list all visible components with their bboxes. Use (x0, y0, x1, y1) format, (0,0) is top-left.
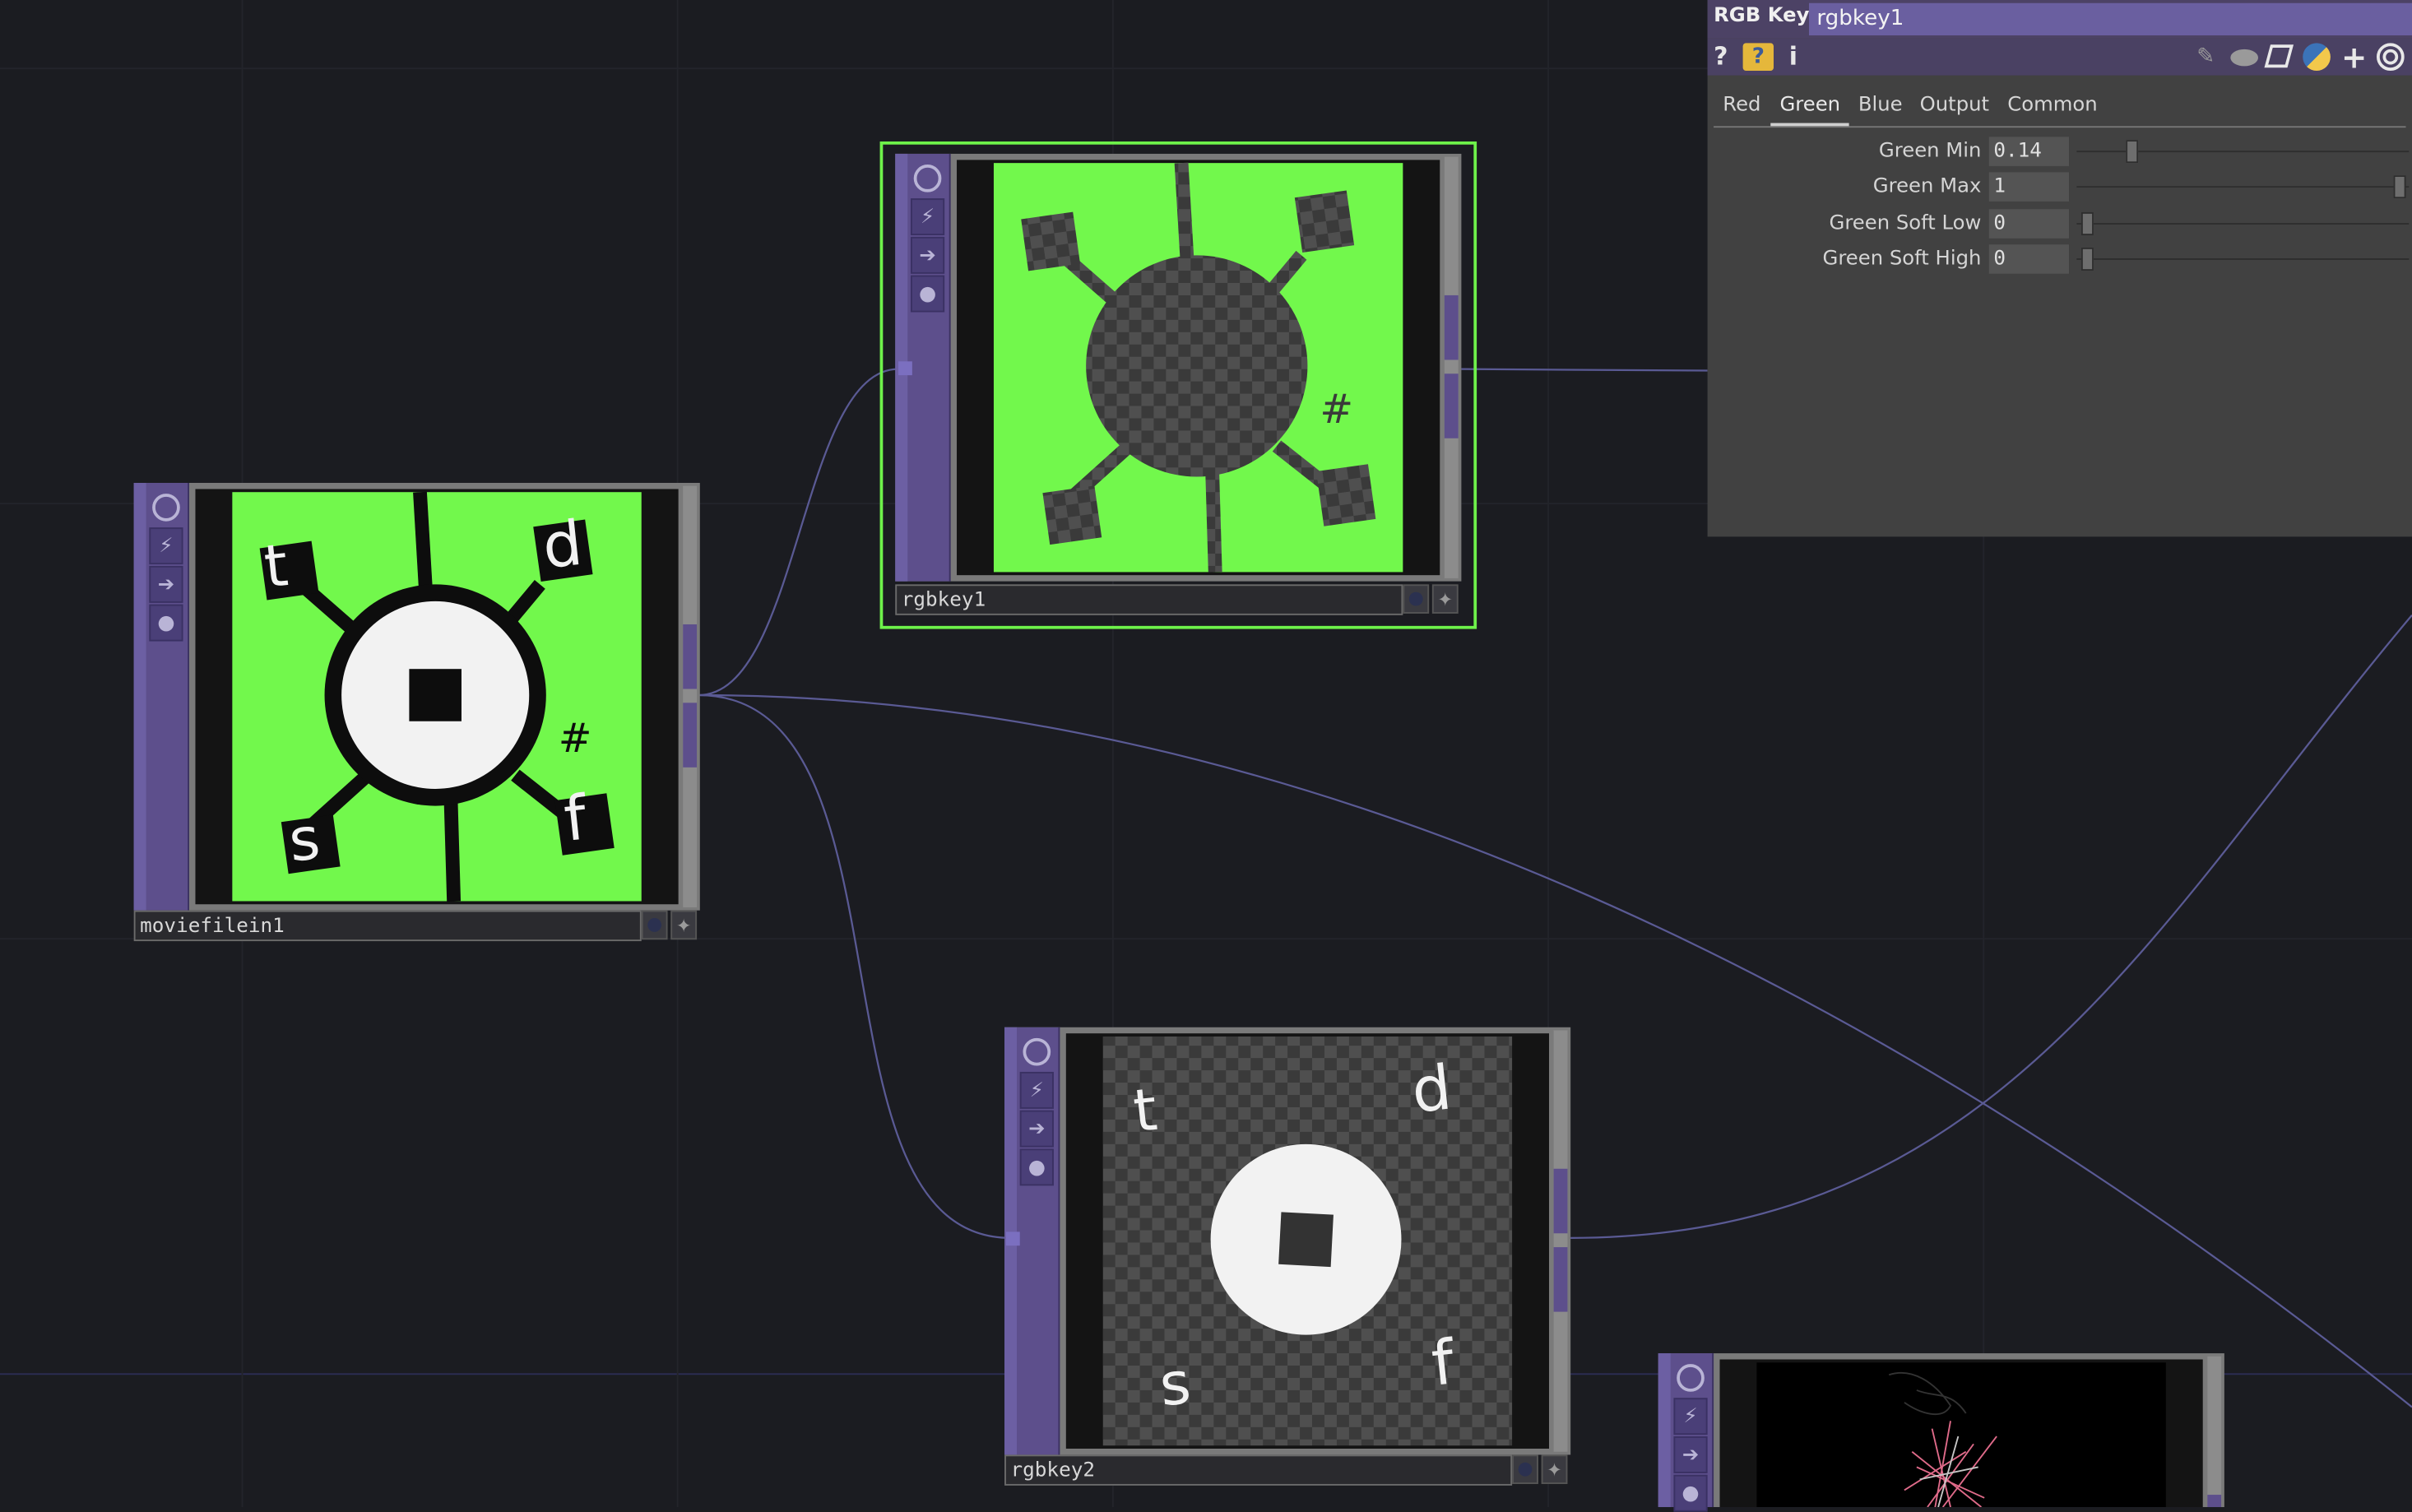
output-connector[interactable] (1553, 1168, 1568, 1234)
lightning-icon[interactable]: ⚡ (910, 198, 945, 236)
render-flag-button[interactable]: ✦ (1431, 584, 1459, 614)
viewer-toggle-icon[interactable] (1023, 1037, 1051, 1066)
node-name-label[interactable]: rgbkey2 (1004, 1454, 1513, 1486)
param-slider-track[interactable] (2076, 186, 2410, 188)
python-icon[interactable] (2303, 43, 2331, 71)
lightning-icon[interactable]: ⚡ (1673, 1398, 1708, 1435)
render-flag-button[interactable]: ✦ (1541, 1454, 1568, 1484)
tab-common[interactable]: Common (2007, 94, 2098, 117)
param-value-field[interactable]: 0.14 (1988, 137, 2070, 166)
node-output-strip (2207, 1356, 2222, 1508)
parameter-panel: RGB Key rgbkey1 ? ? i ✎ + Red Green Blue… (1707, 0, 2412, 537)
display-flag-button[interactable] (641, 910, 668, 940)
param-value-field[interactable]: 1 (1988, 172, 2070, 202)
param-row: Green Min 0.14 (1708, 137, 2412, 167)
output-connector[interactable] (683, 624, 698, 689)
node-viewer (1719, 1359, 2203, 1508)
info-icon[interactable]: i (1789, 41, 1797, 71)
node-side-panel: ⚡ ➔ ● (1658, 1353, 1714, 1512)
parameter-tabs: Red Green Blue Output Common (1714, 89, 2406, 128)
output-connector[interactable] (683, 703, 698, 768)
node-moviefilein1[interactable]: ⚡ ➔ ● t d s f # moviefilein1 ✦ (133, 482, 700, 942)
image-letter-d: d (1408, 1053, 1455, 1128)
param-row: Green Soft Low 0 (1708, 209, 2412, 239)
node-name-label[interactable]: rgbkey1 (895, 584, 1403, 615)
image-preview (957, 160, 1440, 576)
target-icon[interactable] (2376, 43, 2405, 71)
node-partial[interactable]: ⚡ ➔ ● (1658, 1353, 2224, 1512)
lightning-icon[interactable]: ⚡ (149, 527, 183, 565)
output-connector[interactable] (2207, 1495, 2222, 1508)
help-icon[interactable]: ? (1714, 41, 1728, 71)
viewer-toggle-icon[interactable] (913, 165, 942, 192)
node-side-panel: ⚡ ➔ ● (133, 482, 189, 911)
arrow-right-icon[interactable]: ➔ (149, 565, 183, 603)
viewer-toggle-icon[interactable] (152, 494, 180, 522)
network-editor[interactable]: ⚡ ➔ ● t d s f # moviefilein1 ✦ ⚡ ➔ ● # r… (0, 0, 2412, 1512)
param-slider-handle[interactable] (2393, 175, 2406, 199)
param-row: Green Max 1 (1708, 172, 2412, 202)
param-slider-handle[interactable] (2080, 247, 2094, 271)
node-name-label[interactable]: moviefilein1 (133, 910, 642, 942)
panel-icon-row: ? ? i ✎ + (1707, 38, 2412, 76)
node-rgbkey1[interactable]: ⚡ ➔ ● # rgbkey1 ✦ (895, 153, 1462, 615)
edit-icon[interactable]: ✎ (2196, 46, 2218, 67)
param-slider-track[interactable] (2076, 223, 2410, 225)
node-viewer: t d s f (1065, 1033, 1549, 1449)
wire-moviefilein1-rgbkey2 (698, 693, 1011, 1239)
lock-icon[interactable]: ● (149, 604, 183, 642)
node-rgbkey2[interactable]: ⚡ ➔ ● t d s f rgbkey2 ✦ (1004, 1027, 1571, 1486)
add-icon[interactable]: + (2341, 39, 2367, 76)
display-flag-button[interactable] (1403, 584, 1430, 614)
lightning-icon[interactable]: ⚡ (1019, 1071, 1054, 1109)
output-connector[interactable] (1444, 373, 1459, 438)
clone-icon[interactable] (2264, 44, 2294, 68)
operator-name-field[interactable]: rgbkey1 (1809, 2, 2412, 35)
param-label: Green Soft Low (1829, 211, 1982, 236)
param-slider-handle[interactable] (2126, 140, 2139, 164)
python-help-icon[interactable]: ? (1742, 43, 1774, 71)
image-preview (1719, 1359, 2203, 1508)
node-output-strip (1553, 1030, 1568, 1452)
param-label: Green Min (1878, 140, 1982, 164)
param-label: Green Max (1872, 175, 1982, 199)
arrow-right-icon[interactable]: ➔ (1019, 1110, 1054, 1148)
image-hash: # (558, 717, 592, 763)
node-viewer: # (957, 160, 1440, 576)
param-slider-track[interactable] (2076, 258, 2410, 260)
arrow-right-icon[interactable]: ➔ (1673, 1436, 1708, 1473)
param-label: Green Soft High (1822, 247, 1982, 271)
arrow-right-icon[interactable]: ➔ (910, 236, 945, 274)
output-connector[interactable] (1444, 295, 1459, 360)
render-flag-button[interactable]: ✦ (670, 910, 698, 940)
tab-output[interactable]: Output (1920, 94, 1989, 117)
wire-rgbkey1-out (1461, 368, 1708, 372)
operator-type-label: RGB Key (1714, 4, 1810, 28)
wire-rgbkey2-out (1570, 615, 2412, 1239)
node-output-strip (683, 485, 698, 907)
node-output-strip (1444, 156, 1459, 578)
viewer-toggle-icon[interactable] (1677, 1364, 1705, 1392)
input-connector[interactable] (1005, 1231, 1020, 1246)
image-letter-d: d (539, 508, 586, 583)
lock-icon[interactable]: ● (1019, 1148, 1054, 1186)
param-slider-handle[interactable] (2080, 211, 2094, 236)
param-value-field[interactable]: 0 (1988, 244, 2070, 274)
param-value-field[interactable]: 0 (1988, 209, 2070, 239)
tab-blue[interactable]: Blue (1858, 94, 1903, 117)
tab-red[interactable]: Red (1723, 94, 1760, 117)
wire-moviefilein1-rgbkey1 (698, 368, 899, 697)
display-flag-button[interactable] (1512, 1454, 1538, 1484)
input-connector[interactable] (898, 361, 912, 376)
node-viewer: t d s f # (195, 489, 679, 905)
param-row: Green Soft High 0 (1708, 244, 2412, 275)
output-connector[interactable] (1553, 1247, 1568, 1312)
lock-icon[interactable]: ● (910, 275, 945, 313)
comment-icon[interactable] (2230, 49, 2259, 67)
panel-header: RGB Key rgbkey1 (1707, 0, 2412, 39)
tab-green[interactable]: Green (1770, 94, 1851, 127)
lock-icon[interactable]: ● (1673, 1474, 1708, 1512)
image-hash: # (1320, 387, 1354, 434)
